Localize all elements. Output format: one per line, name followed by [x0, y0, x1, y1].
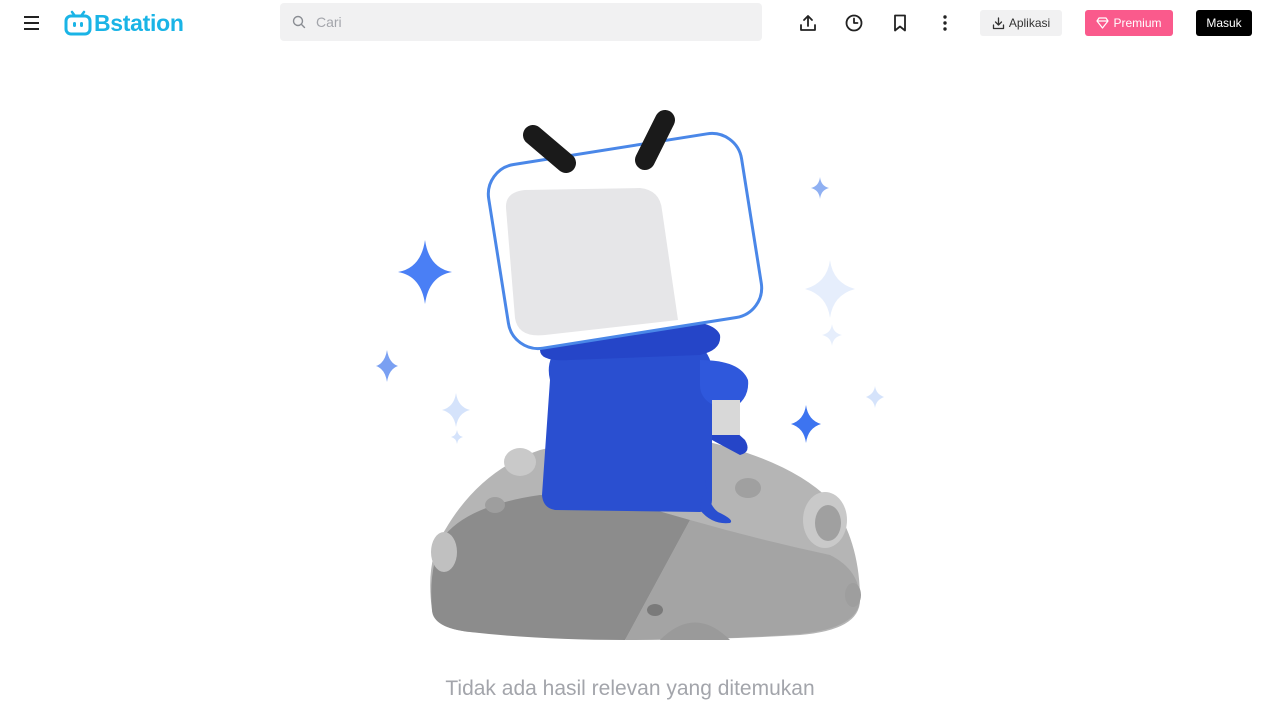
empty-state-illustration: [370, 100, 890, 645]
history-clock-icon[interactable]: [842, 11, 866, 35]
premium-button[interactable]: Premium: [1085, 10, 1173, 36]
download-app-label: Aplikasi: [1008, 16, 1051, 30]
tv-logo-icon: [64, 10, 92, 36]
bookmark-icon[interactable]: [888, 11, 912, 35]
diamond-icon: [1096, 17, 1110, 29]
top-navigation-bar: Bstation Cari Aplikasi Premium Masuk: [0, 0, 1280, 46]
login-button[interactable]: Masuk: [1196, 10, 1252, 36]
empty-state-message: Tidak ada hasil relevan yang ditemukan: [445, 677, 815, 700]
bstation-logo[interactable]: Bstation: [64, 9, 184, 37]
search-box[interactable]: [280, 3, 762, 41]
more-vertical-icon[interactable]: [933, 11, 957, 35]
search-icon: [292, 15, 306, 29]
upload-icon[interactable]: [796, 11, 820, 35]
search-input[interactable]: [314, 13, 734, 31]
download-app-button[interactable]: Aplikasi: [980, 10, 1062, 36]
download-icon: [992, 16, 1004, 29]
hamburger-menu-icon[interactable]: [20, 11, 44, 35]
premium-label: Premium: [1113, 16, 1162, 30]
logo-text: Bstation: [94, 9, 184, 36]
login-label: Masuk: [1206, 16, 1242, 30]
